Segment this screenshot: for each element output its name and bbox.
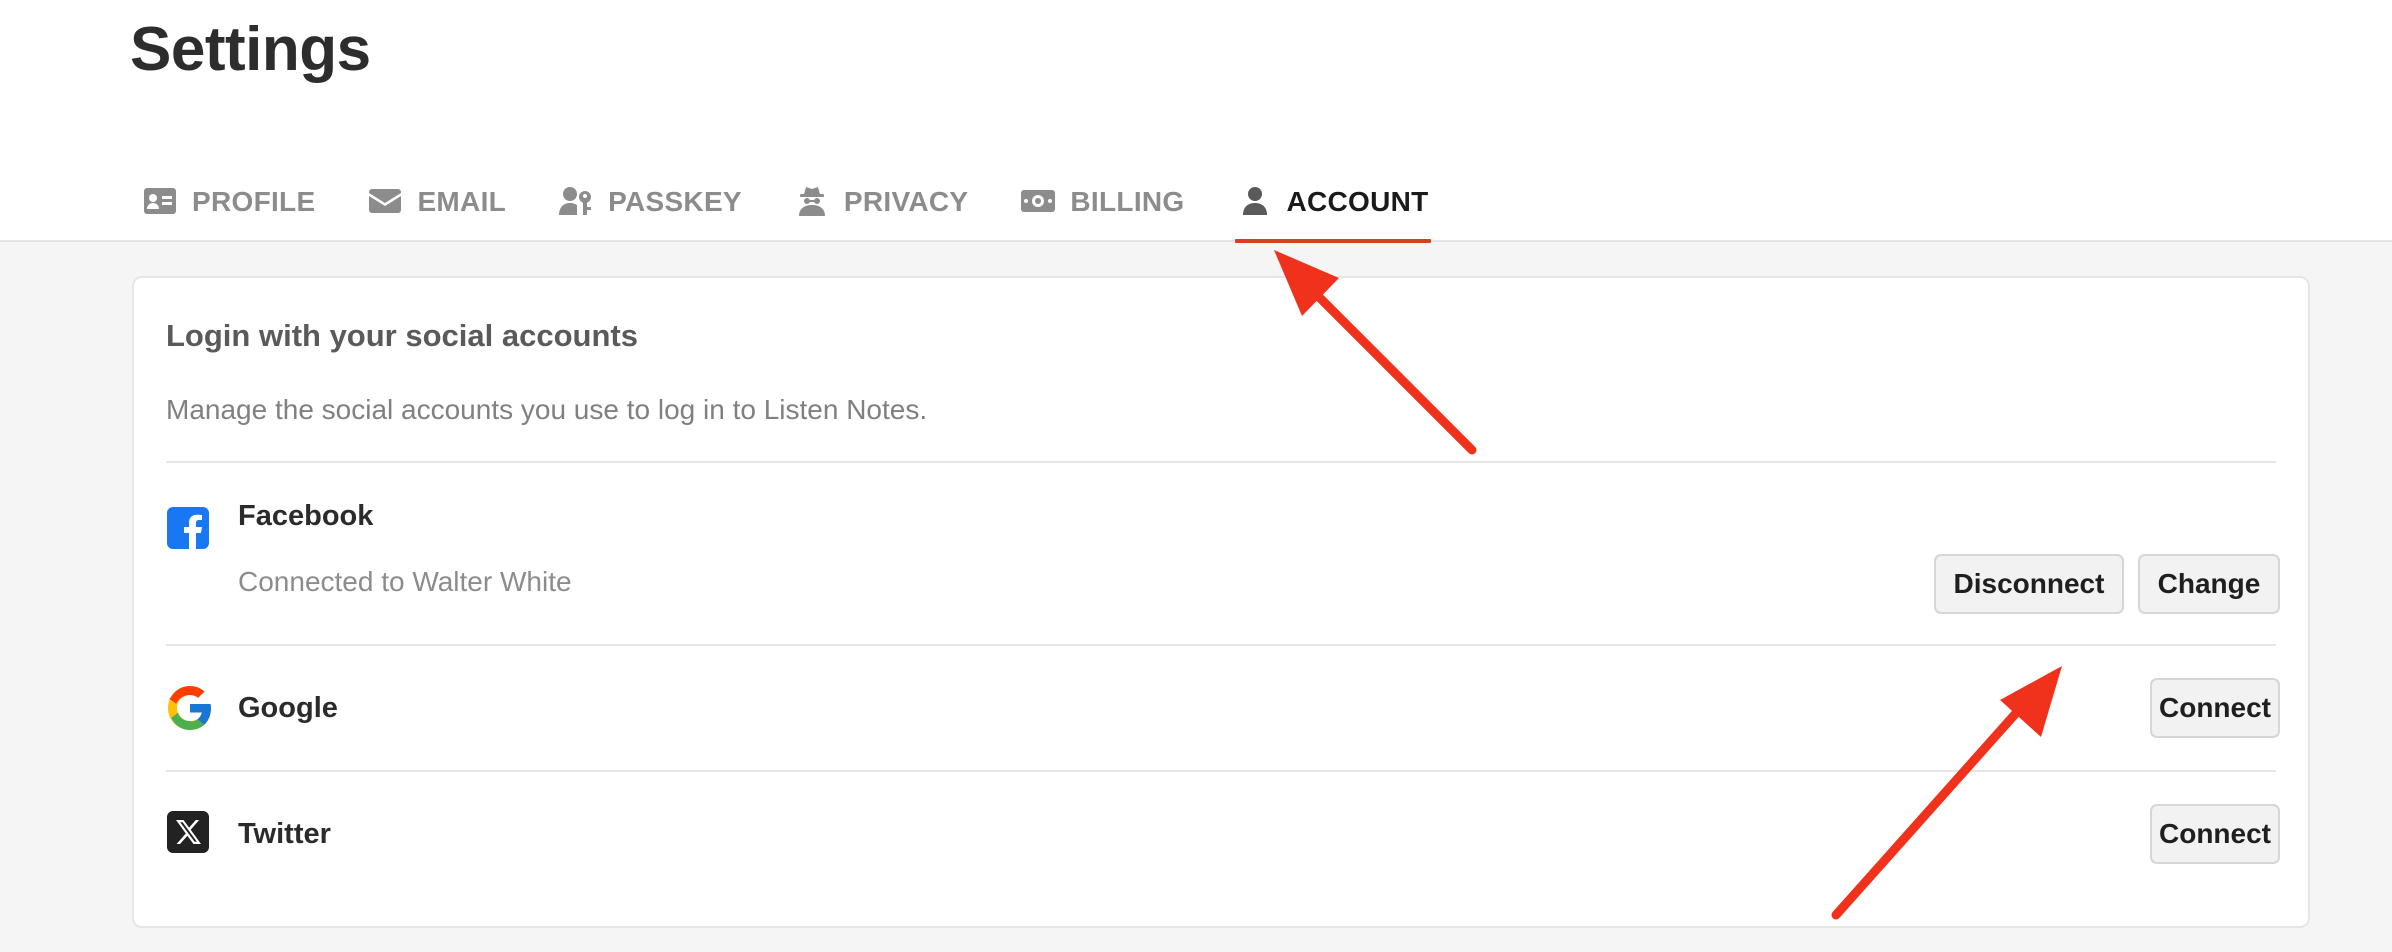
money-bill-icon bbox=[1020, 186, 1056, 216]
tab-label: EMAIL bbox=[417, 186, 507, 217]
tab-label: BILLING bbox=[1070, 186, 1185, 217]
id-card-icon bbox=[142, 186, 178, 216]
page-title: Settings bbox=[130, 15, 371, 84]
tab-privacy[interactable]: PRIVACY bbox=[792, 160, 971, 242]
divider bbox=[166, 644, 2276, 646]
google-icon bbox=[166, 684, 214, 732]
facebook-name: Facebook bbox=[238, 500, 374, 532]
tab-label: PROFILE bbox=[192, 186, 316, 217]
twitter-name: Twitter bbox=[238, 818, 331, 850]
user-key-icon bbox=[558, 186, 594, 216]
card-description: Manage the social accounts you use to lo… bbox=[166, 394, 928, 425]
tab-billing[interactable]: BILLING bbox=[1018, 160, 1186, 242]
card-title: Login with your social accounts bbox=[166, 318, 638, 353]
tab-label: PASSKEY bbox=[608, 186, 742, 217]
settings-tabs: PROFILE EMAIL PASSKEY PRIVACY BILLING AC… bbox=[140, 160, 1479, 243]
disconnect-facebook-button[interactable]: Disconnect bbox=[1934, 554, 2124, 614]
tab-profile[interactable]: PROFILE bbox=[140, 160, 317, 242]
tab-email[interactable]: EMAIL bbox=[365, 160, 508, 242]
divider bbox=[166, 461, 2276, 463]
social-accounts-card: Login with your social accounts Manage t… bbox=[132, 276, 2310, 928]
change-facebook-button[interactable]: Change bbox=[2138, 554, 2280, 614]
user-icon bbox=[1237, 186, 1273, 216]
connect-google-button[interactable]: Connect bbox=[2150, 678, 2280, 738]
tab-label: ACCOUNT bbox=[1286, 186, 1429, 217]
tab-passkey[interactable]: PASSKEY bbox=[556, 160, 744, 242]
tab-account[interactable]: ACCOUNT bbox=[1234, 160, 1431, 243]
envelope-icon bbox=[367, 186, 403, 216]
google-name: Google bbox=[238, 692, 338, 724]
facebook-status: Connected to Walter White bbox=[238, 566, 572, 597]
divider bbox=[166, 770, 2276, 772]
x-twitter-icon bbox=[166, 810, 210, 854]
settings-header: Settings PROFILE EMAIL PASSKEY PRIVACY B… bbox=[0, 0, 2392, 243]
connect-twitter-button[interactable]: Connect bbox=[2150, 804, 2280, 864]
facebook-icon bbox=[166, 506, 210, 550]
tab-label: PRIVACY bbox=[843, 186, 969, 217]
user-secret-icon bbox=[794, 186, 830, 216]
